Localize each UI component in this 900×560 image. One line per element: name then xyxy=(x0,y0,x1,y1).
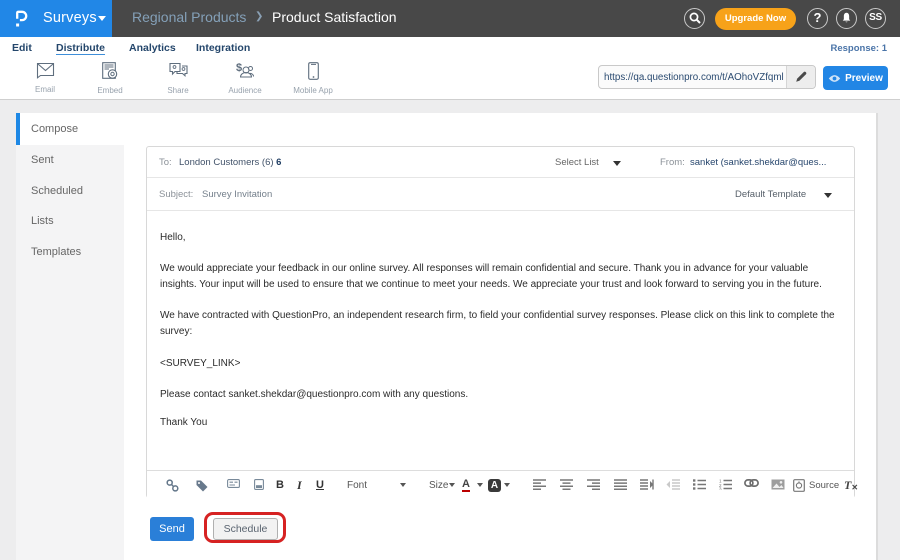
svg-text:3: 3 xyxy=(719,487,722,490)
svg-text:$: $ xyxy=(236,62,242,74)
